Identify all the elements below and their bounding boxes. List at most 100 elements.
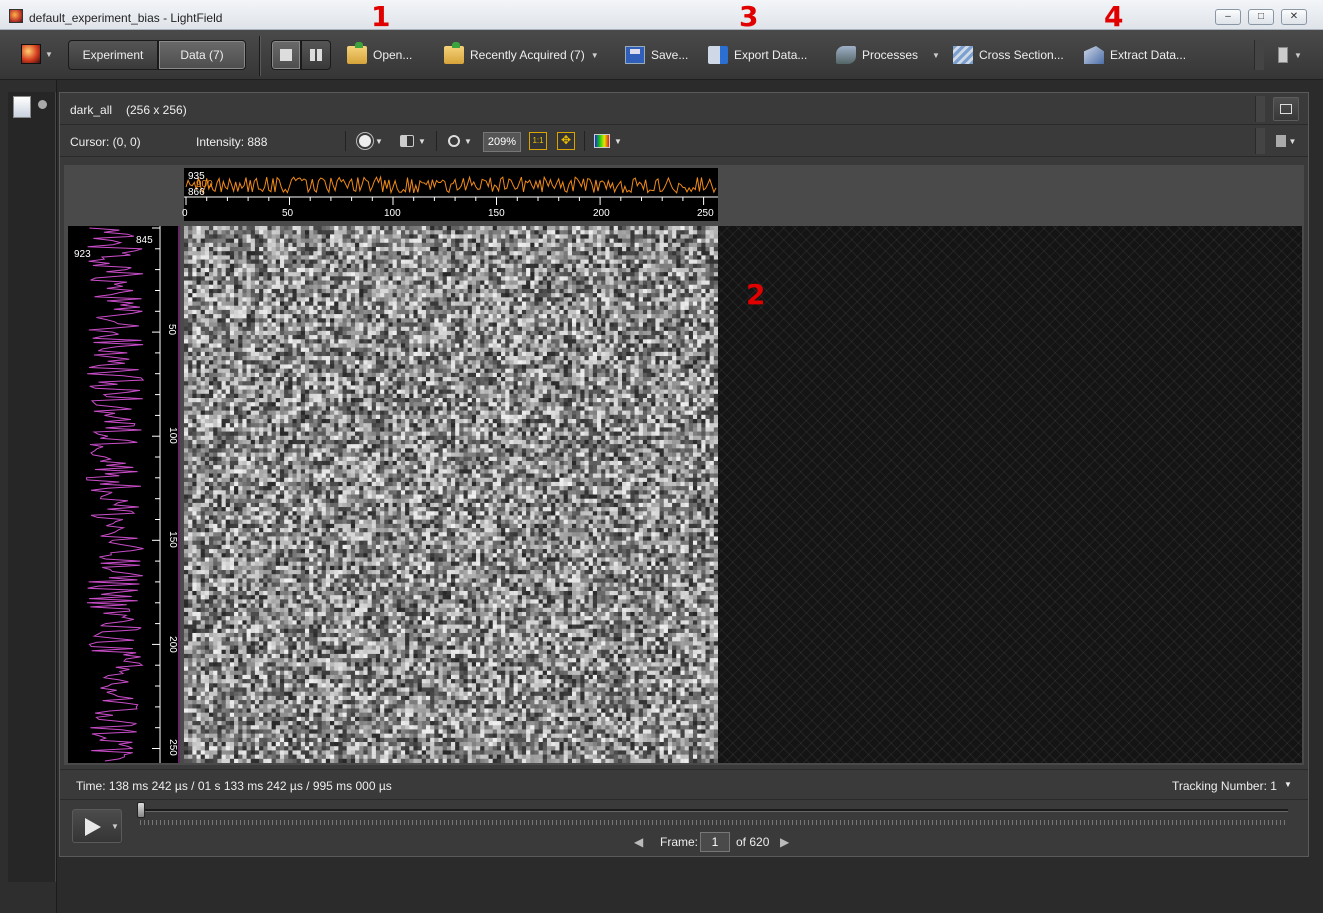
document-icon[interactable]: [13, 96, 31, 118]
chevron-down-icon: ▼: [464, 136, 472, 146]
folder-open-icon: [347, 42, 367, 64]
horizontal-profile-svg: [184, 175, 718, 205]
magnifier-icon: [448, 135, 461, 147]
chevron-down-icon: ▼: [590, 50, 599, 60]
extract-data-icon: [1084, 46, 1104, 64]
vprofile-label-max: 923: [74, 249, 91, 260]
hprofile-tick-100: 100: [384, 208, 401, 219]
data-name-label: dark_all: [70, 103, 113, 117]
previous-frame-icon[interactable]: ◀: [634, 835, 643, 849]
toolbar-divider: [436, 131, 437, 151]
cross-section-icon: [953, 46, 973, 64]
processes-label: Processes: [862, 48, 919, 62]
main-toolbar: ▼ Experiment Data (7) Open... Recently A…: [0, 30, 1323, 80]
time-readout: Time: 138 ms 242 µs / 01 s 133 ms 242 µs…: [76, 779, 392, 793]
frame-slider-thumb[interactable]: [137, 802, 145, 818]
header-scroll-handle[interactable]: [1255, 96, 1265, 122]
viewer-toolbar: Cursor: (0, 0) Intensity: 888 ▼ ▼ ▼ 1:1 …: [60, 125, 1308, 157]
lightfield-app-icon: [9, 9, 23, 23]
chevron-down-icon: ▼: [1294, 50, 1302, 60]
color-map-button[interactable]: ▼: [592, 132, 624, 150]
recently-acquired-button[interactable]: Recently Acquired (7) ▼: [444, 42, 599, 66]
chevron-down-icon[interactable]: ▼: [1284, 780, 1292, 789]
brightness-icon: [359, 135, 372, 147]
open-button[interactable]: Open...: [347, 42, 413, 66]
single-view-icon: [280, 49, 292, 61]
contrast-icon: [400, 135, 415, 147]
export-data-label: Export Data...: [734, 48, 808, 62]
actual-size-button[interactable]: 1:1: [529, 132, 547, 150]
brightness-button[interactable]: ▼: [356, 132, 386, 150]
plot-area: 935 900 866 0 50 100 150 200 250 845 923…: [64, 165, 1304, 765]
export-data-button[interactable]: Export Data...: [708, 44, 807, 66]
layout-icon: [1278, 47, 1288, 63]
application-menu-button[interactable]: ▼: [15, 40, 55, 70]
save-label: Save...: [651, 48, 689, 62]
window-title: default_experiment_bias - LightField: [29, 11, 223, 25]
toolbar-overflow-handle[interactable]: [1254, 40, 1264, 70]
annotation-3: 3: [739, 0, 759, 33]
floppy-save-icon: [625, 46, 645, 64]
open-label: Open...: [373, 48, 413, 62]
zoom-button[interactable]: ▼: [445, 132, 475, 150]
cursor-readout: Cursor: (0, 0): [70, 135, 141, 149]
toolbar-scroll-handle[interactable]: [1255, 128, 1265, 154]
status-bar: Time: 138 ms 242 µs / 01 s 133 ms 242 µs…: [60, 769, 1308, 799]
display-button[interactable]: [1273, 97, 1299, 121]
hprofile-tick-0: 0: [182, 208, 188, 219]
annotation-4: 4: [1104, 0, 1124, 33]
save-button[interactable]: Save...: [625, 44, 688, 66]
chevron-down-icon: ▼: [1288, 136, 1297, 146]
playback-controls: ▼ ◀ Frame: of 620 ▶: [60, 799, 1308, 857]
viewer-header: dark_all (256 x 256): [60, 93, 1308, 125]
left-rail: [0, 80, 57, 913]
next-frame-icon[interactable]: ▶: [780, 835, 789, 849]
vprofile-tick-100: 100: [166, 427, 178, 444]
frame-label: Frame:: [660, 835, 699, 849]
chevron-down-icon: ▼: [111, 822, 119, 831]
hprofile-tick-150: 150: [488, 208, 505, 219]
toolbar-divider: [259, 36, 260, 76]
vprofile-tick-250: 250: [166, 739, 178, 756]
image-view[interactable]: [184, 226, 718, 763]
grid-view-icon: [310, 49, 322, 61]
play-button[interactable]: ▼: [72, 809, 122, 843]
frame-slider-track[interactable]: [140, 809, 1288, 812]
vprofile-tick-50: 50: [166, 323, 178, 336]
folder-recent-icon: [444, 42, 464, 64]
vertical-profile-svg: [85, 226, 180, 763]
recently-acquired-label: Recently Acquired (7): [470, 48, 585, 62]
hprofile-tick-250: 250: [697, 208, 714, 219]
maximize-button[interactable]: □: [1248, 9, 1274, 25]
lightfield-orb-icon: [21, 44, 41, 64]
layout-menu-button[interactable]: ▼: [1278, 44, 1302, 66]
tab-data[interactable]: Data (7): [158, 40, 246, 70]
pin-icon[interactable]: [38, 100, 47, 109]
frame-number-input[interactable]: [700, 832, 730, 852]
toolbar-divider: [345, 131, 346, 151]
single-view-button[interactable]: [271, 40, 301, 70]
grid-view-button[interactable]: [301, 40, 331, 70]
export-view-button[interactable]: ▼: [1273, 129, 1299, 153]
extract-data-button[interactable]: Extract Data...: [1084, 44, 1186, 66]
contrast-button[interactable]: ▼: [396, 132, 430, 150]
frame-total: of 620: [736, 835, 770, 849]
play-icon: [85, 818, 101, 836]
tracking-number[interactable]: Tracking Number: 1: [1172, 779, 1277, 793]
fit-to-window-button[interactable]: ✥: [557, 132, 575, 150]
minimize-button[interactable]: –: [1215, 9, 1241, 25]
empty-image-region: [718, 226, 1302, 763]
frame-slider-ticks: [140, 820, 1288, 825]
close-button[interactable]: ✕: [1281, 9, 1307, 25]
export-icon: [708, 46, 728, 64]
processes-button[interactable]: Processes ▼: [836, 44, 940, 66]
data-viewer-panel: dark_all (256 x 256) Cursor: (0, 0) Inte…: [59, 92, 1309, 857]
extract-data-label: Extract Data...: [1110, 48, 1187, 62]
noise-image: [184, 226, 718, 763]
chevron-down-icon: ▼: [45, 50, 53, 59]
tab-experiment[interactable]: Experiment: [68, 40, 158, 70]
zoom-level[interactable]: 209%: [483, 132, 521, 152]
vprofile-tick-150: 150: [166, 531, 178, 548]
cross-section-button[interactable]: Cross Section...: [953, 44, 1064, 66]
vprofile-tick-200: 200: [166, 636, 178, 653]
